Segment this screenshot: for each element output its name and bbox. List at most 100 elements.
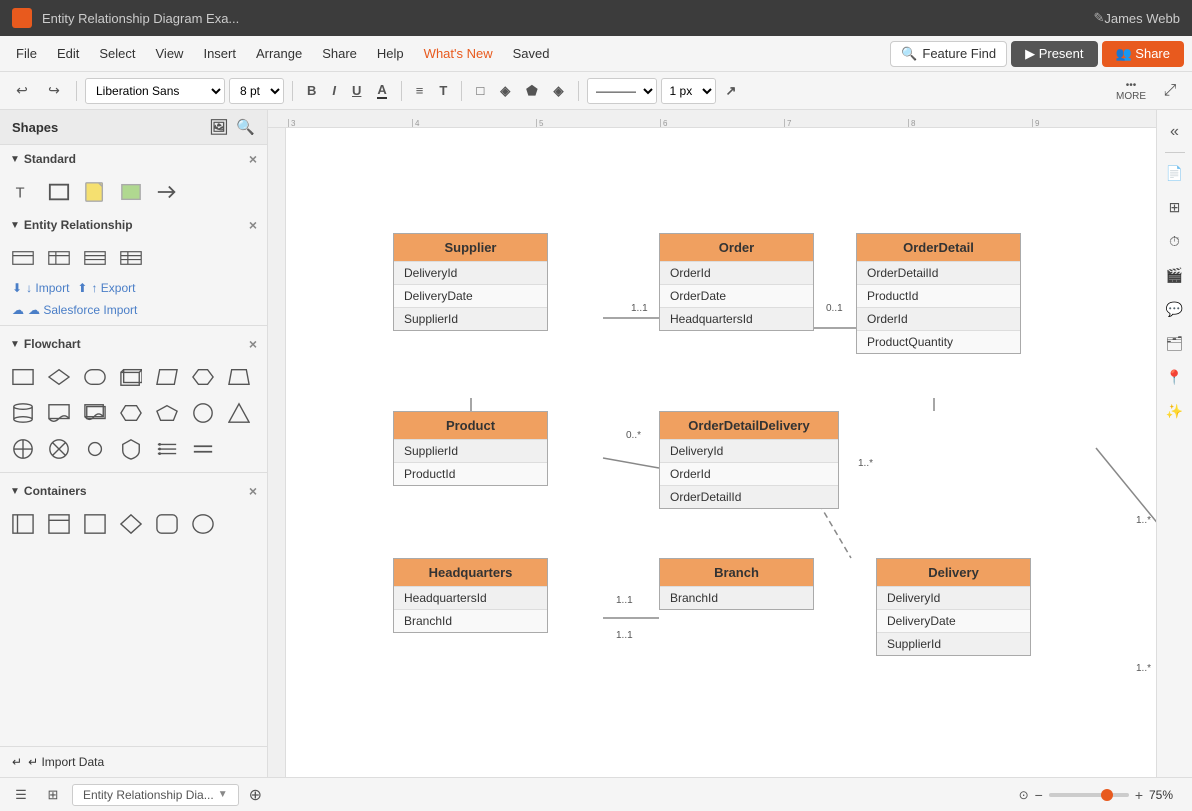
- fc-diamond[interactable]: [44, 362, 74, 392]
- menu-file[interactable]: File: [8, 42, 45, 65]
- section-standard[interactable]: ▼ Standard ×: [0, 145, 267, 173]
- fc-shield[interactable]: [116, 434, 146, 464]
- italic-button[interactable]: I: [326, 78, 342, 104]
- c-swimlane-v[interactable]: [8, 509, 38, 539]
- add-diagram-button[interactable]: ⊕: [249, 785, 262, 805]
- menu-whats-new[interactable]: What's New: [416, 42, 501, 65]
- grid-view-button[interactable]: ⊞: [40, 782, 66, 808]
- export-button[interactable]: ⬆ ↑ Export: [77, 281, 135, 295]
- zoom-plus-button[interactable]: +: [1135, 787, 1143, 803]
- rp-clock-icon[interactable]: ⏱: [1161, 227, 1189, 255]
- rp-layers-icon[interactable]: 🗂: [1161, 329, 1189, 357]
- menu-share[interactable]: Share: [314, 42, 365, 65]
- zoom-slider[interactable]: [1049, 793, 1129, 797]
- font-color-button[interactable]: A: [371, 78, 392, 104]
- line-color-button[interactable]: ⬟: [520, 78, 543, 104]
- rp-grid-icon[interactable]: ⊞: [1161, 193, 1189, 221]
- fc-parallel[interactable]: [152, 362, 182, 392]
- import-data-button[interactable]: ↵ ↵ Import Data: [0, 746, 267, 777]
- c-swimlane-h[interactable]: [44, 509, 74, 539]
- fc-pentagon[interactable]: [152, 398, 182, 428]
- menu-select[interactable]: Select: [91, 42, 143, 65]
- fc-multi-doc[interactable]: [80, 398, 110, 428]
- entity-product[interactable]: Product SupplierId ProductId: [393, 411, 548, 486]
- c-rect-container[interactable]: [80, 509, 110, 539]
- fc-hexagon[interactable]: [188, 362, 218, 392]
- redo-button[interactable]: ↪: [40, 77, 68, 105]
- import-button[interactable]: ⬇ ↓ Import: [12, 281, 69, 295]
- feature-find-button[interactable]: 🔍 Feature Find: [890, 41, 1007, 67]
- canvas-content[interactable]: 1..1 0..1 0..* 1..* 1..* 1..* 0..1 1..1 …: [286, 128, 1156, 777]
- menu-view[interactable]: View: [148, 42, 192, 65]
- section-flowchart[interactable]: ▼ Flowchart ×: [0, 330, 267, 358]
- align-button[interactable]: ≡: [410, 78, 430, 104]
- connection-style-button[interactable]: ↗: [720, 78, 743, 104]
- font-family-select[interactable]: Liberation Sans: [85, 78, 225, 104]
- fc-equals[interactable]: [188, 434, 218, 464]
- font-size-select[interactable]: 8 pt: [229, 78, 284, 104]
- fc-process[interactable]: [116, 398, 146, 428]
- c-rounded-container[interactable]: [152, 509, 182, 539]
- expand-button[interactable]: ⤢: [1156, 77, 1184, 105]
- fill-button[interactable]: □: [470, 78, 490, 104]
- containers-close[interactable]: ×: [249, 483, 257, 499]
- fc-cylinder[interactable]: [8, 398, 38, 428]
- flowchart-close[interactable]: ×: [249, 336, 257, 352]
- zoom-minus-button[interactable]: −: [1035, 787, 1043, 803]
- entity-orderdetail[interactable]: OrderDetail OrderDetailId ProductId Orde…: [856, 233, 1021, 354]
- image-icon[interactable]: 🖼: [209, 118, 228, 136]
- menu-saved[interactable]: Saved: [505, 42, 558, 65]
- diagram-tab[interactable]: Entity Relationship Dia... ▼: [72, 784, 239, 806]
- fc-rect[interactable]: [8, 362, 38, 392]
- undo-button[interactable]: ↩: [8, 77, 36, 105]
- fill-color-button[interactable]: ◈: [494, 78, 516, 104]
- entity-order[interactable]: Order OrderId OrderDate HeadquartersId: [659, 233, 814, 331]
- fc-3d-rect[interactable]: [116, 362, 146, 392]
- fc-small-circle[interactable]: [80, 434, 110, 464]
- entity-headquarters[interactable]: Headquarters HeadquartersId BranchId: [393, 558, 548, 633]
- menu-arrange[interactable]: Arrange: [248, 42, 310, 65]
- er-shape-3[interactable]: [80, 243, 110, 273]
- shape-arrow[interactable]: [152, 177, 182, 207]
- er-close[interactable]: ×: [249, 217, 257, 233]
- er-shape-1[interactable]: [8, 243, 38, 273]
- entity-delivery[interactable]: Delivery DeliveryId DeliveryDate Supplie…: [876, 558, 1031, 656]
- entity-orderdetaildelivery[interactable]: OrderDetailDelivery DeliveryId OrderId O…: [659, 411, 839, 509]
- search-icon[interactable]: 🔍: [236, 118, 255, 136]
- er-shape-2[interactable]: [44, 243, 74, 273]
- rp-magic-icon[interactable]: ✨: [1161, 397, 1189, 425]
- fc-list[interactable]: [152, 434, 182, 464]
- shape-rect[interactable]: [44, 177, 74, 207]
- menu-edit[interactable]: Edit: [49, 42, 87, 65]
- er-shape-4[interactable]: [116, 243, 146, 273]
- fc-cross[interactable]: [8, 434, 38, 464]
- rp-collapse[interactable]: «: [1161, 118, 1189, 146]
- c-diamond-container[interactable]: [116, 509, 146, 539]
- style-button[interactable]: ◈: [548, 78, 570, 104]
- shape-colored-rect[interactable]: [116, 177, 146, 207]
- canvas-area[interactable]: 3 4 5 6 7 8 9: [268, 110, 1156, 777]
- section-er[interactable]: ▼ Entity Relationship ×: [0, 211, 267, 239]
- erd-diagram[interactable]: 1..1 0..1 0..* 1..* 1..* 1..* 0..1 1..1 …: [286, 128, 1156, 777]
- share-button[interactable]: 👥 Share: [1102, 41, 1185, 67]
- shape-note[interactable]: [80, 177, 110, 207]
- menu-help[interactable]: Help: [369, 42, 412, 65]
- c-ellipse-container[interactable]: [188, 509, 218, 539]
- fit-icon[interactable]: ⊙: [1019, 788, 1029, 802]
- entity-supplier[interactable]: Supplier DeliveryId DeliveryDate Supplie…: [393, 233, 548, 331]
- section-containers[interactable]: ▼ Containers ×: [0, 477, 267, 505]
- more-button[interactable]: ••• MORE: [1110, 78, 1152, 104]
- entity-branch[interactable]: Branch BranchId: [659, 558, 814, 610]
- salesforce-button[interactable]: ☁ ☁ Salesforce Import: [12, 303, 137, 317]
- line-width-select[interactable]: 1 px: [661, 78, 716, 104]
- menu-insert[interactable]: Insert: [195, 42, 244, 65]
- underline-button[interactable]: U: [346, 78, 367, 104]
- bold-button[interactable]: B: [301, 78, 322, 104]
- rp-pin-icon[interactable]: 📍: [1161, 363, 1189, 391]
- line-style-select[interactable]: ————: [587, 78, 657, 104]
- fc-trapezoid[interactable]: [224, 362, 254, 392]
- fc-circle[interactable]: [188, 398, 218, 428]
- shape-text[interactable]: T: [8, 177, 38, 207]
- text-style-button[interactable]: T: [433, 78, 453, 104]
- rp-page-icon[interactable]: 📄: [1161, 159, 1189, 187]
